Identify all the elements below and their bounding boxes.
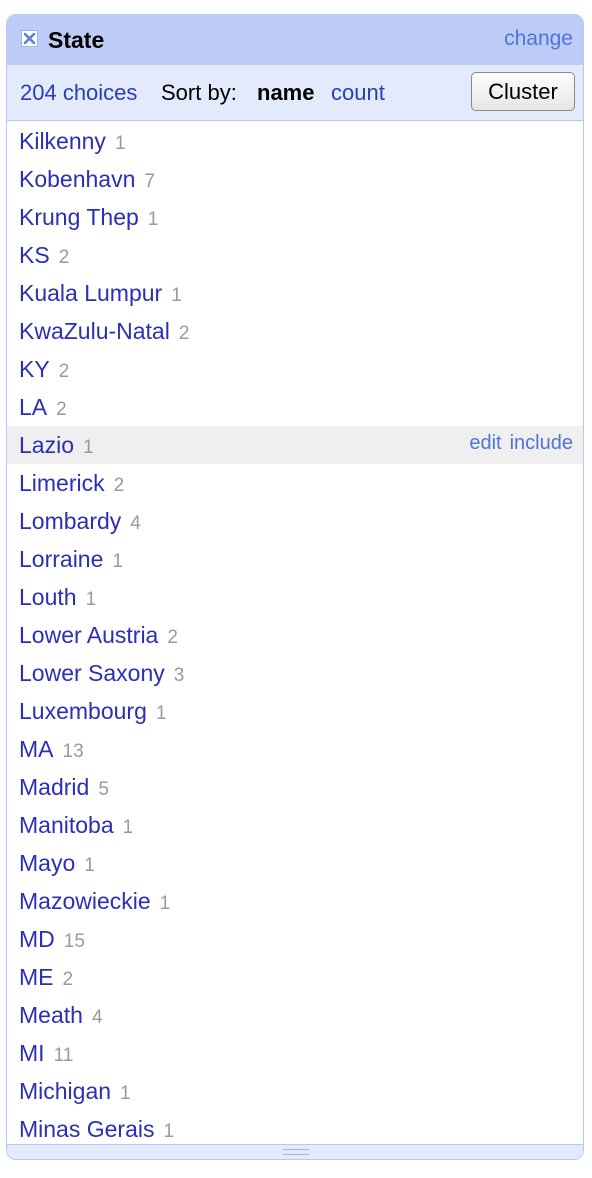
resize-handle-icon[interactable] xyxy=(283,1149,309,1155)
choice-name-link[interactable]: Limerick xyxy=(19,470,105,496)
choice-item[interactable]: Lower Austria 2 xyxy=(7,616,583,654)
choice-item[interactable]: KY 2 xyxy=(7,350,583,388)
choice-name-link[interactable]: Lorraine xyxy=(19,546,103,572)
change-link[interactable]: change xyxy=(504,26,573,52)
choice-item[interactable]: Kobenhavn 7 xyxy=(7,160,583,198)
choice-item[interactable]: ME 2 xyxy=(7,958,583,996)
edit-choice-link[interactable]: edit xyxy=(469,432,501,454)
choice-count: 11 xyxy=(53,1045,74,1066)
choice-name-link[interactable]: Minas Gerais xyxy=(19,1116,154,1142)
choice-item[interactable]: Lombardy 4 xyxy=(7,502,583,540)
choice-count: 1 xyxy=(163,1121,175,1142)
choice-name-link[interactable]: Kilkenny xyxy=(19,128,106,154)
facet-header: State change xyxy=(7,15,583,65)
choice-item[interactable]: Kilkenny 1 xyxy=(7,122,583,160)
choice-item[interactable]: Meath 4 xyxy=(7,996,583,1034)
choice-count: 2 xyxy=(178,323,190,344)
resize-footer[interactable] xyxy=(7,1144,583,1159)
choice-count: 2 xyxy=(62,969,74,990)
choice-item[interactable]: Lazio 1 edit include xyxy=(7,426,583,464)
choice-count: 1 xyxy=(155,703,167,724)
choice-name-link[interactable]: KwaZulu-Natal xyxy=(19,318,170,344)
choice-name-link[interactable]: Manitoba xyxy=(19,812,114,838)
choice-item[interactable]: MA 13 xyxy=(7,730,583,768)
choice-name-link[interactable]: Krung Thep xyxy=(19,204,139,230)
choice-count: 2 xyxy=(167,627,178,648)
choices-count: 204 choices xyxy=(20,80,138,105)
choice-name-link[interactable]: LA xyxy=(19,394,47,420)
facet-controls: 204 choices Sort by: name count Cluster xyxy=(7,65,583,121)
choice-count: 1 xyxy=(112,551,123,572)
choice-name-link[interactable]: Lower Saxony xyxy=(19,660,165,686)
choice-name-link[interactable]: Lazio xyxy=(19,432,74,458)
choice-count: 2 xyxy=(58,361,70,382)
facet-title: State xyxy=(48,27,105,53)
choice-item[interactable]: MI 11 xyxy=(7,1034,583,1072)
choice-name-link[interactable]: ME xyxy=(19,964,54,990)
choice-count: 1 xyxy=(82,437,94,458)
choice-name-link[interactable]: Luxembourg xyxy=(19,698,147,724)
choice-count: 1 xyxy=(171,285,182,306)
choice-count: 1 xyxy=(120,1083,131,1104)
choice-name-link[interactable]: Meath xyxy=(19,1002,83,1028)
sort-by-name-option[interactable]: name xyxy=(257,80,314,106)
choice-count: 1 xyxy=(85,589,97,610)
choice-item[interactable]: Krung Thep 1 xyxy=(7,198,583,236)
choice-name-link[interactable]: Mayo xyxy=(19,850,75,876)
choice-item[interactable]: Manitoba 1 xyxy=(7,806,583,844)
include-choice-link[interactable]: include xyxy=(510,432,573,454)
choice-item[interactable]: Minas Gerais 1 xyxy=(7,1110,583,1146)
choice-count: 2 xyxy=(58,247,70,268)
choice-item[interactable]: Luxembourg 1 xyxy=(7,692,583,730)
choice-name-link[interactable]: MD xyxy=(19,926,55,952)
choice-item[interactable]: LA 2 xyxy=(7,388,583,426)
choice-count: 1 xyxy=(159,893,171,914)
choice-count: 5 xyxy=(98,779,109,800)
choice-item[interactable]: Mayo 1 xyxy=(7,844,583,882)
choice-count: 15 xyxy=(63,931,85,952)
choice-name-link[interactable]: MA xyxy=(19,736,54,762)
choice-count: 2 xyxy=(113,475,125,496)
choice-item[interactable]: Kuala Lumpur 1 xyxy=(7,274,583,312)
choice-name-link[interactable]: Kobenhavn xyxy=(19,166,135,192)
choice-item[interactable]: Madrid 5 xyxy=(7,768,583,806)
choice-name-link[interactable]: KY xyxy=(19,356,50,382)
choice-item[interactable]: Lower Saxony 3 xyxy=(7,654,583,692)
choice-item[interactable]: KS 2 xyxy=(7,236,583,274)
choice-item[interactable]: MD 15 xyxy=(7,920,583,958)
choice-name-link[interactable]: Madrid xyxy=(19,774,89,800)
choice-name-link[interactable]: Lower Austria xyxy=(19,622,158,648)
choice-item[interactable]: KwaZulu-Natal 2 xyxy=(7,312,583,350)
choice-count: 3 xyxy=(173,665,185,686)
choice-count: 1 xyxy=(84,855,95,876)
choice-count: 4 xyxy=(130,513,141,534)
choice-item[interactable]: Louth 1 xyxy=(7,578,583,616)
choice-count: 1 xyxy=(147,209,159,230)
choice-actions: edit include xyxy=(469,426,573,460)
choice-count: 2 xyxy=(56,399,67,420)
choice-name-link[interactable]: Kuala Lumpur xyxy=(19,280,162,306)
choice-count: 1 xyxy=(122,817,134,838)
sort-by-label: Sort by: xyxy=(161,80,237,105)
choice-count: 13 xyxy=(62,741,84,762)
choice-count: 7 xyxy=(144,171,155,192)
choice-name-link[interactable]: Michigan xyxy=(19,1078,111,1104)
choice-count: 1 xyxy=(114,133,126,154)
choice-name-link[interactable]: MI xyxy=(19,1040,45,1066)
choice-name-link[interactable]: Lombardy xyxy=(19,508,121,534)
choice-item[interactable]: Lorraine 1 xyxy=(7,540,583,578)
choice-count: 4 xyxy=(91,1007,103,1028)
choice-item[interactable]: Limerick 2 xyxy=(7,464,583,502)
state-facet-panel: State change 204 choices Sort by: name c… xyxy=(6,14,584,1160)
choice-item[interactable]: Mazowieckie 1 xyxy=(7,882,583,920)
choice-item[interactable]: Michigan 1 xyxy=(7,1072,583,1110)
choice-name-link[interactable]: KS xyxy=(19,242,50,268)
choices-list[interactable]: Kilkenny 1 Kobenhavn 7 Krung Thep 1 KS 2 Kua… xyxy=(7,122,583,1146)
choice-name-link[interactable]: Louth xyxy=(19,584,77,610)
close-icon[interactable] xyxy=(21,30,38,47)
cluster-button[interactable]: Cluster xyxy=(471,72,575,111)
sort-by-count-option[interactable]: count xyxy=(331,80,385,106)
choice-name-link[interactable]: Mazowieckie xyxy=(19,888,151,914)
